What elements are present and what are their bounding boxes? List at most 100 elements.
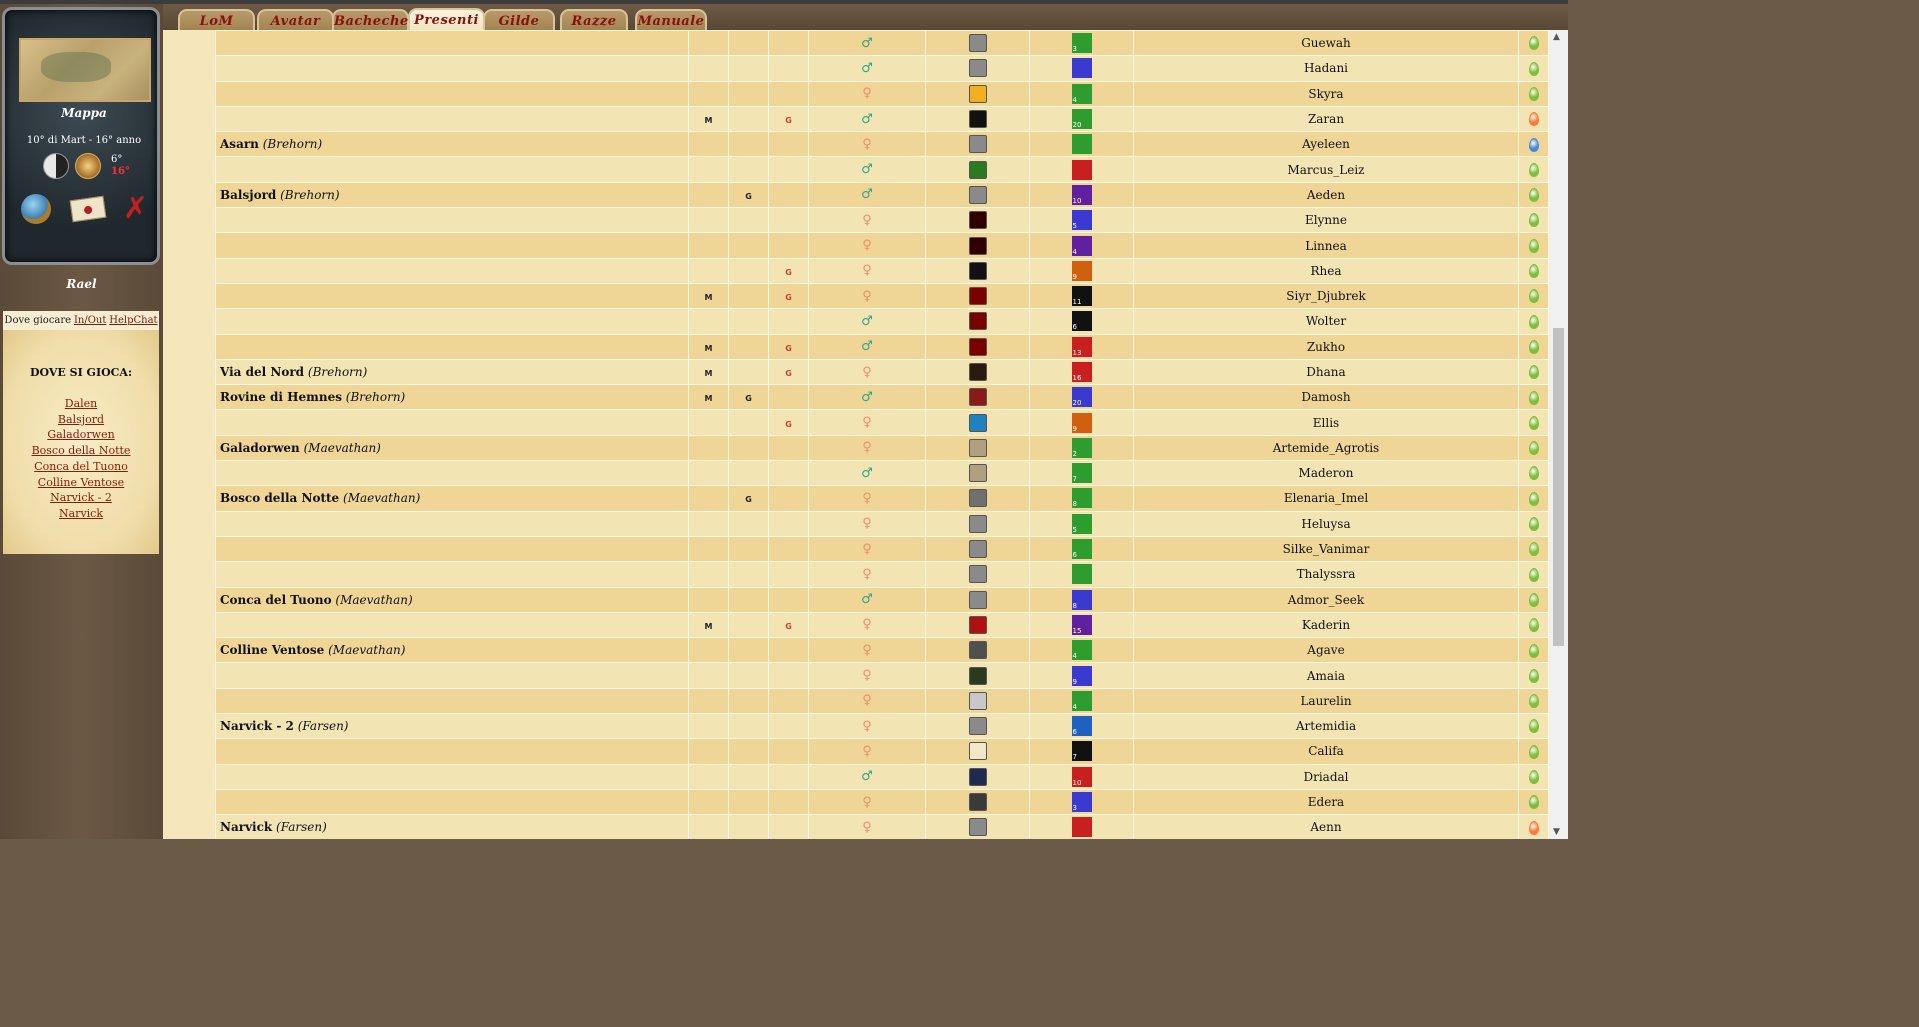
tab-helpchat[interactable]: HelpChat bbox=[109, 315, 157, 326]
world-map-image[interactable] bbox=[19, 38, 151, 102]
place-link[interactable]: Bosco della Notte bbox=[3, 443, 159, 459]
race-icon[interactable]: 15 bbox=[1071, 614, 1092, 635]
avatar-icon[interactable] bbox=[968, 84, 987, 103]
avatar-icon[interactable] bbox=[968, 818, 987, 837]
avatar-icon[interactable] bbox=[968, 363, 987, 381]
status-drop-icon[interactable] bbox=[1528, 542, 1539, 557]
character-name[interactable]: Maderon bbox=[1299, 466, 1354, 480]
avatar-icon[interactable] bbox=[968, 793, 987, 812]
avatar-icon[interactable] bbox=[968, 135, 987, 154]
avatar-icon[interactable] bbox=[968, 211, 987, 230]
place-link[interactable]: Dalen bbox=[3, 396, 159, 412]
character-name[interactable]: Aeden bbox=[1307, 188, 1345, 202]
race-icon[interactable]: 3 bbox=[1071, 33, 1092, 54]
avatar-icon[interactable] bbox=[968, 717, 987, 736]
status-drop-icon[interactable] bbox=[1528, 36, 1539, 51]
place-link[interactable]: Colline Ventose bbox=[3, 475, 159, 491]
avatar-icon[interactable] bbox=[968, 641, 987, 660]
status-drop-icon[interactable] bbox=[1528, 618, 1539, 633]
avatar-icon[interactable] bbox=[968, 185, 987, 204]
race-icon[interactable]: 6 bbox=[1071, 311, 1092, 332]
character-name[interactable]: Wolter bbox=[1306, 314, 1346, 328]
race-icon[interactable] bbox=[1071, 817, 1092, 838]
avatar-icon[interactable] bbox=[968, 514, 987, 533]
location-name[interactable]: Colline Ventose bbox=[220, 643, 324, 657]
race-icon[interactable] bbox=[1071, 159, 1092, 180]
status-drop-icon[interactable] bbox=[1528, 770, 1539, 784]
character-name[interactable]: Guewah bbox=[1301, 36, 1351, 50]
avatar-icon[interactable] bbox=[968, 742, 987, 761]
location-name[interactable]: Narvick bbox=[220, 820, 272, 834]
location-name[interactable]: Conca del Tuono bbox=[220, 593, 332, 607]
status-drop-icon[interactable] bbox=[1528, 289, 1539, 304]
race-icon[interactable]: 10 bbox=[1071, 184, 1092, 205]
character-name[interactable]: Ellis bbox=[1313, 416, 1339, 430]
character-name[interactable]: Heluysa bbox=[1301, 517, 1350, 531]
character-name[interactable]: Dhana bbox=[1306, 365, 1345, 379]
place-link[interactable]: Narvick - 2 bbox=[3, 490, 159, 506]
race-icon[interactable]: 20 bbox=[1071, 387, 1092, 408]
status-drop-icon[interactable] bbox=[1528, 213, 1539, 228]
avatar-icon[interactable] bbox=[968, 160, 987, 179]
location-name[interactable]: Galadorwen bbox=[220, 441, 300, 455]
avatar-icon[interactable] bbox=[968, 261, 987, 280]
avatar-icon[interactable] bbox=[968, 489, 987, 508]
race-icon[interactable]: 9 bbox=[1071, 260, 1092, 281]
status-drop-icon[interactable] bbox=[1528, 466, 1539, 481]
status-drop-icon[interactable] bbox=[1528, 719, 1539, 734]
race-icon[interactable]: 6 bbox=[1071, 539, 1092, 560]
avatar-icon[interactable] bbox=[968, 691, 987, 710]
place-link[interactable]: Balsjord bbox=[3, 412, 159, 428]
avatar-icon[interactable] bbox=[968, 110, 987, 129]
race-icon[interactable]: 2 bbox=[1071, 437, 1092, 458]
avatar-icon[interactable] bbox=[968, 540, 987, 559]
character-name[interactable]: Rhea bbox=[1310, 264, 1341, 278]
status-drop-icon[interactable] bbox=[1528, 162, 1539, 177]
mail-icon[interactable] bbox=[69, 195, 107, 223]
avatar-icon[interactable] bbox=[968, 413, 987, 432]
race-icon[interactable] bbox=[1071, 564, 1092, 585]
avatar-icon[interactable] bbox=[968, 565, 987, 584]
scroll-down-icon[interactable]: ▼ bbox=[1553, 827, 1560, 837]
status-drop-icon[interactable] bbox=[1528, 112, 1539, 127]
character-name[interactable]: Artemide_Agrotis bbox=[1273, 441, 1379, 455]
map-label[interactable]: Mappa bbox=[5, 106, 163, 120]
place-link[interactable]: Conca del Tuono bbox=[3, 459, 159, 475]
avatar-icon[interactable] bbox=[968, 337, 987, 356]
race-icon[interactable]: 10 bbox=[1071, 766, 1092, 787]
race-icon[interactable]: 8 bbox=[1071, 488, 1092, 509]
race-icon[interactable]: 11 bbox=[1071, 286, 1092, 307]
status-drop-icon[interactable] bbox=[1528, 86, 1539, 101]
scroll-thumb[interactable] bbox=[1553, 328, 1564, 646]
scrollbar[interactable]: ▲ ▼ bbox=[1549, 30, 1568, 839]
location-name[interactable]: Rovine di Hemnes bbox=[220, 390, 342, 404]
status-drop-icon[interactable] bbox=[1528, 517, 1539, 532]
avatar-icon[interactable] bbox=[968, 236, 987, 255]
scroll-up-icon[interactable]: ▲ bbox=[1553, 32, 1560, 42]
status-drop-icon[interactable] bbox=[1528, 567, 1539, 582]
race-icon[interactable] bbox=[1071, 134, 1092, 155]
avatar-icon[interactable] bbox=[968, 438, 987, 457]
character-name[interactable]: Ayeleen bbox=[1302, 137, 1350, 151]
status-drop-icon[interactable] bbox=[1528, 744, 1539, 759]
avatar-icon[interactable] bbox=[968, 615, 987, 634]
status-drop-icon[interactable] bbox=[1528, 238, 1539, 253]
location-name[interactable]: Asarn bbox=[220, 137, 259, 151]
status-drop-icon[interactable] bbox=[1528, 188, 1539, 203]
character-name[interactable]: Thalyssra bbox=[1297, 567, 1356, 581]
status-drop-icon[interactable] bbox=[1528, 491, 1539, 506]
race-icon[interactable] bbox=[1071, 58, 1092, 79]
race-icon[interactable]: 4 bbox=[1071, 83, 1092, 104]
character-name[interactable]: Elynne bbox=[1305, 213, 1347, 227]
status-drop-icon[interactable] bbox=[1528, 592, 1539, 607]
character-name[interactable]: Artemidia bbox=[1296, 719, 1356, 733]
status-drop-icon[interactable] bbox=[1528, 314, 1539, 329]
race-icon[interactable]: 4 bbox=[1071, 640, 1092, 661]
status-drop-icon[interactable] bbox=[1528, 668, 1539, 683]
character-name[interactable]: Zaran bbox=[1308, 112, 1344, 126]
character-name[interactable]: Kaderin bbox=[1302, 618, 1350, 632]
location-name[interactable]: Balsjord bbox=[220, 188, 276, 202]
race-icon[interactable]: 9 bbox=[1071, 665, 1092, 686]
race-icon[interactable]: 5 bbox=[1071, 210, 1092, 231]
location-name[interactable]: Narvick - 2 bbox=[220, 719, 294, 733]
